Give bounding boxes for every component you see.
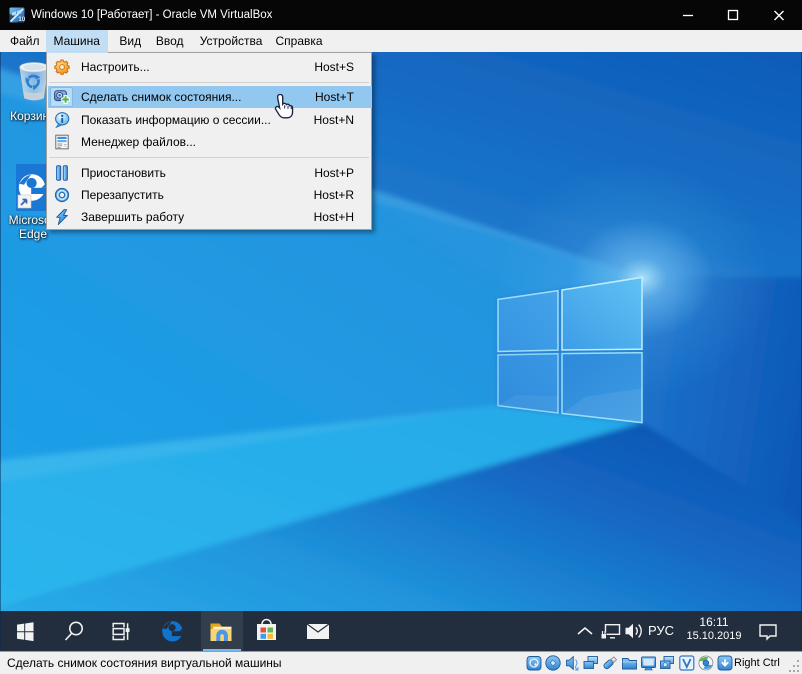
svg-text:10: 10	[18, 16, 25, 23]
